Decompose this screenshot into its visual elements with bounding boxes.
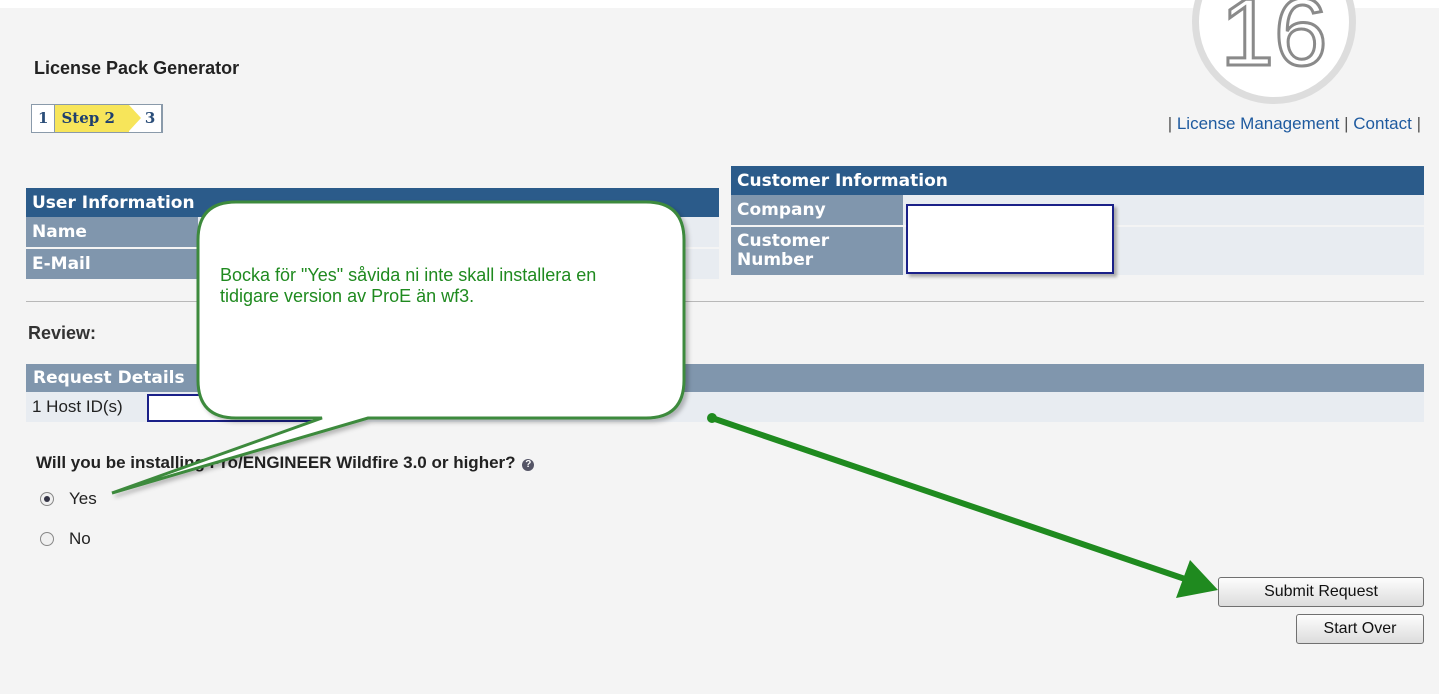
annotation-overlay (111, 200, 1218, 598)
arrow-line (711, 415, 1186, 582)
speech-bubble (111, 200, 686, 495)
callout-text: Bocka för "Yes" såvida ni inte skall ins… (220, 265, 597, 306)
